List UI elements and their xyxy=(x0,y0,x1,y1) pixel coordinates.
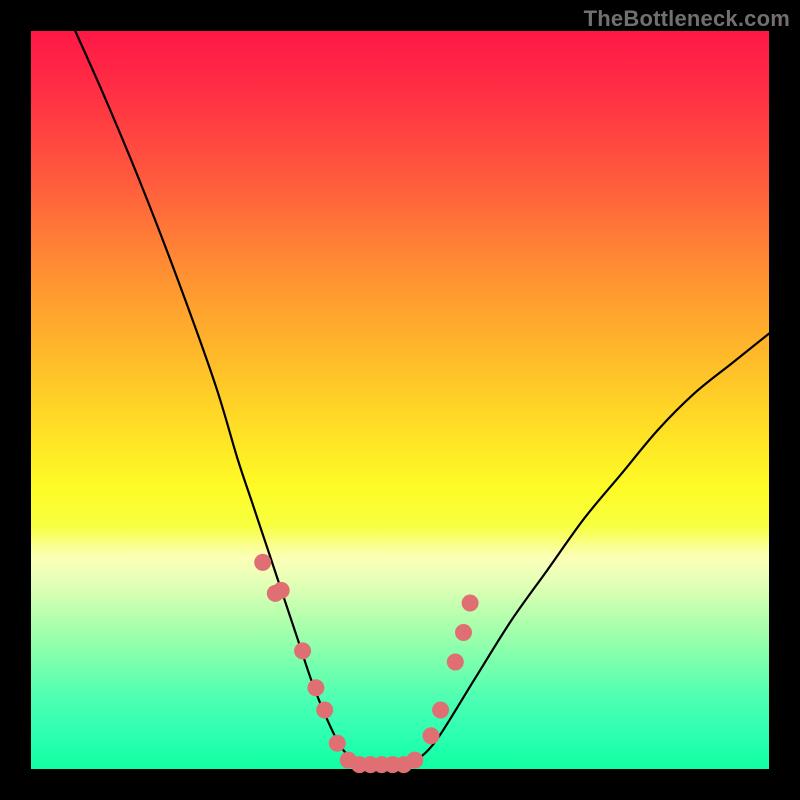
marker-dot xyxy=(273,582,290,599)
bottleneck-curve xyxy=(75,31,769,770)
marker-dot xyxy=(423,727,440,744)
marker-dot xyxy=(432,702,449,719)
chart-frame: TheBottleneck.com xyxy=(0,0,800,800)
chart-overlay xyxy=(31,31,769,769)
marker-dots xyxy=(254,554,478,773)
marker-dot xyxy=(447,654,464,671)
marker-dot xyxy=(316,702,333,719)
marker-dot xyxy=(455,624,472,641)
marker-dot xyxy=(329,735,346,752)
marker-dot xyxy=(294,642,311,659)
plot-area xyxy=(31,31,769,769)
marker-dot xyxy=(406,752,423,769)
marker-dot xyxy=(254,554,271,571)
marker-dot xyxy=(307,679,324,696)
watermark-text: TheBottleneck.com xyxy=(584,6,790,32)
marker-dot xyxy=(462,595,479,612)
